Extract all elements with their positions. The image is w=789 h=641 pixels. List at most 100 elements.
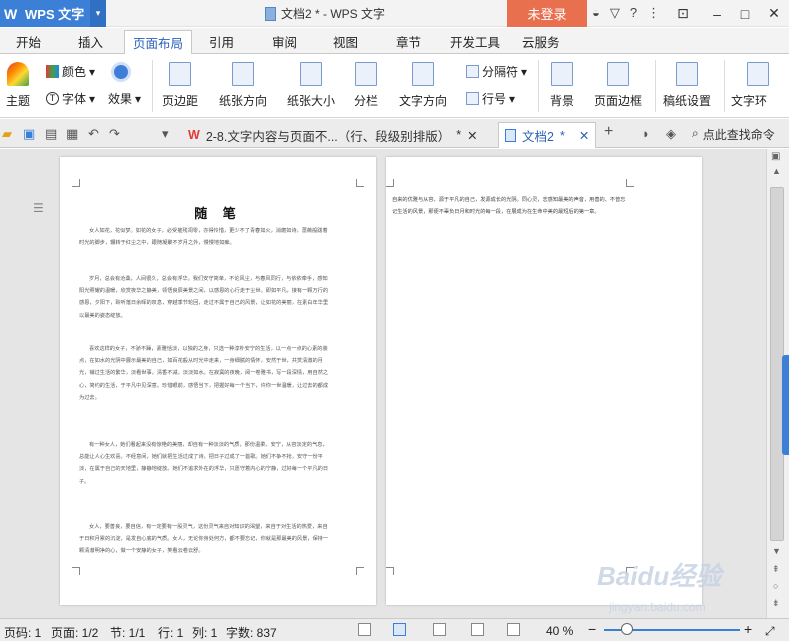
page-2[interactable]: 自来的优雅与从容，源于平凡的自己，发源成长的光阴。同心灵，志感知最美的声音，用善… bbox=[386, 157, 702, 605]
font-label: 字体 bbox=[62, 92, 87, 106]
manuscript-button[interactable]: 稿纸设置 bbox=[663, 62, 711, 109]
full-screen-icon[interactable] bbox=[358, 623, 371, 636]
separator-button[interactable]: 分隔符 ▾ bbox=[466, 63, 527, 80]
background-icon bbox=[551, 62, 573, 86]
color-icon bbox=[46, 65, 59, 78]
split-view-icon[interactable]: ▣ bbox=[771, 151, 780, 162]
restore-layout-icon[interactable]: ⊡ bbox=[668, 0, 698, 27]
minimize-icon[interactable]: – bbox=[702, 0, 732, 27]
open-folder-icon[interactable]: ▰ bbox=[2, 126, 12, 142]
share-icon[interactable]: ◈ bbox=[666, 126, 676, 142]
zoom-level[interactable]: 40 % bbox=[546, 624, 573, 638]
doc-tab-1-modified: * bbox=[456, 128, 462, 142]
page-1[interactable]: 随 笔 女人如花，花似梦。如花的女子，必受摧残凋零，亦得怜惜，更少不了青春如火，… bbox=[60, 157, 376, 605]
undo-icon[interactable]: ↶ bbox=[88, 126, 99, 142]
page-border-button[interactable]: 页面边框 bbox=[594, 62, 642, 109]
help-icon[interactable]: ? bbox=[630, 5, 637, 21]
columns-button[interactable]: 分栏 bbox=[354, 62, 378, 109]
separator-label: 分隔符 bbox=[482, 65, 519, 79]
scroll-down-icon[interactable]: ▼ bbox=[772, 546, 781, 556]
tab-cloud[interactable]: 云服务 bbox=[522, 32, 560, 51]
paper-size-button[interactable]: 纸张大小 bbox=[287, 62, 335, 109]
doc-tab-1[interactable]: W 2-8.文字内容与页面不...（行、段级别排版） * ✕ bbox=[182, 122, 484, 148]
effect-button[interactable] bbox=[111, 62, 131, 82]
color-label: 颜色 bbox=[62, 65, 87, 79]
tab-list-dropdown-icon[interactable]: ▾ bbox=[162, 126, 169, 142]
watermark: Baidu经验 jingyan.baidu.com bbox=[587, 556, 747, 626]
tab-reference[interactable]: 引用 bbox=[209, 32, 234, 51]
close-icon[interactable]: ✕ bbox=[759, 0, 789, 27]
page-view-icon[interactable] bbox=[393, 623, 406, 636]
prev-page-icon[interactable]: ⇞ bbox=[772, 564, 780, 575]
app-dropdown-icon[interactable]: ▾ bbox=[90, 0, 106, 27]
search-icon: ⌕ bbox=[692, 126, 699, 140]
corner-mark bbox=[72, 179, 80, 187]
corner-mark bbox=[356, 567, 364, 575]
status-page-code[interactable]: 页码: 1 bbox=[4, 624, 41, 641]
side-panel-tab[interactable] bbox=[782, 355, 789, 455]
columns-label: 分栏 bbox=[354, 94, 379, 108]
doc-tab-1-close-icon[interactable]: ✕ bbox=[467, 128, 477, 143]
status-row[interactable]: 行: 1 bbox=[158, 624, 183, 641]
corner-mark bbox=[386, 179, 394, 187]
save-icon[interactable]: ▣ bbox=[23, 126, 35, 142]
text-direction-button[interactable]: 文字方向 bbox=[399, 62, 447, 109]
status-word-count[interactable]: 字数: 837 bbox=[226, 624, 277, 641]
doc-tab-2-modified: * bbox=[559, 128, 565, 143]
tab-review[interactable]: 审阅 bbox=[272, 32, 297, 51]
text-wrap-icon bbox=[747, 62, 769, 86]
outline-view-icon[interactable] bbox=[433, 623, 446, 636]
reading-mode-icon[interactable] bbox=[507, 623, 520, 636]
scroll-up-icon[interactable]: ▲ bbox=[772, 166, 781, 176]
tab-view[interactable]: 视图 bbox=[333, 32, 358, 51]
login-button[interactable]: 未登录 bbox=[507, 0, 587, 27]
doc-tab-2[interactable]: 文档2 * ✕ bbox=[498, 122, 597, 148]
fit-window-icon[interactable]: ⤢ bbox=[765, 624, 775, 639]
command-search-placeholder: 点此查找命令 bbox=[702, 128, 775, 142]
web-view-icon[interactable] bbox=[471, 623, 484, 636]
color-button[interactable]: 颜色 ▾ bbox=[46, 63, 95, 80]
margins-button[interactable]: 页边距 bbox=[162, 62, 198, 109]
paragraph: 喜欢这样的女子，不骄不躁，素雅恬淡，以独的之身，只选一种淳朴安宁的生活，以一点一… bbox=[79, 346, 329, 401]
skin-icon[interactable]: ◒ bbox=[592, 5, 600, 21]
paragraph: 有一种女人，她们看起来没有惊艳的美丽，却自有一种淡淡的气质，那份温柔、安宁，从容… bbox=[79, 442, 329, 485]
background-button[interactable]: 背景 bbox=[550, 62, 574, 109]
paper-size-icon bbox=[300, 62, 322, 86]
text-wrap-button[interactable]: 文字环 bbox=[731, 62, 769, 109]
command-search[interactable]: ⌕ 点此查找命令 bbox=[692, 126, 775, 143]
paper-size-label: 纸张大小 bbox=[287, 94, 336, 108]
redo-icon[interactable]: ↷ bbox=[109, 126, 120, 142]
font-button[interactable]: T 字体 ▾ bbox=[46, 90, 95, 107]
orientation-button[interactable]: 纸张方向 bbox=[219, 62, 267, 109]
maximize-icon[interactable]: □ bbox=[730, 0, 760, 27]
new-tab-icon[interactable]: + bbox=[604, 123, 613, 141]
title-bar: W WPS 文字 ▾ 文档2 * - WPS 文字 未登录 ◒ ▽ ? ⋮ ⊡ … bbox=[0, 0, 789, 27]
more-icon[interactable]: ⋮ bbox=[647, 5, 660, 21]
doc-tab-2-close-icon[interactable]: ✕ bbox=[579, 128, 589, 143]
print-preview-icon[interactable]: ▦ bbox=[66, 126, 78, 142]
status-page[interactable]: 页面: 1/2 bbox=[51, 624, 98, 641]
effect-label-button[interactable]: 效果 ▾ bbox=[108, 90, 141, 107]
zoom-out-icon[interactable]: − bbox=[588, 621, 596, 637]
browse-object-icon[interactable]: ○ bbox=[773, 581, 778, 591]
corner-mark bbox=[72, 567, 80, 575]
next-page-icon[interactable]: ⇟ bbox=[772, 598, 780, 609]
status-column[interactable]: 列: 1 bbox=[192, 624, 217, 641]
tab-chapter[interactable]: 章节 bbox=[396, 32, 421, 51]
tab-developer[interactable]: 开发工具 bbox=[450, 32, 500, 51]
zoom-in-icon[interactable]: + bbox=[744, 621, 752, 637]
background-label: 背景 bbox=[550, 94, 575, 108]
switch-icon[interactable]: ◗ bbox=[642, 126, 650, 141]
print-icon[interactable]: ▤ bbox=[45, 126, 57, 142]
theme-button[interactable]: 主题 bbox=[6, 62, 30, 109]
tab-insert[interactable]: 插入 bbox=[78, 32, 103, 51]
zoom-slider-thumb[interactable] bbox=[621, 623, 633, 635]
tab-start[interactable]: 开始 bbox=[16, 32, 41, 51]
line-number-button[interactable]: 行号 ▾ bbox=[466, 90, 515, 107]
app-menu-button[interactable]: W WPS 文字 ▾ bbox=[0, 0, 106, 27]
font-icon: T bbox=[46, 92, 59, 105]
shirt-icon[interactable]: ▽ bbox=[610, 5, 620, 21]
navigation-toggle-icon[interactable]: ☰ bbox=[33, 201, 44, 215]
doc-tab-2-label: 文档2 bbox=[522, 130, 554, 144]
status-section[interactable]: 节: 1/1 bbox=[110, 624, 145, 641]
